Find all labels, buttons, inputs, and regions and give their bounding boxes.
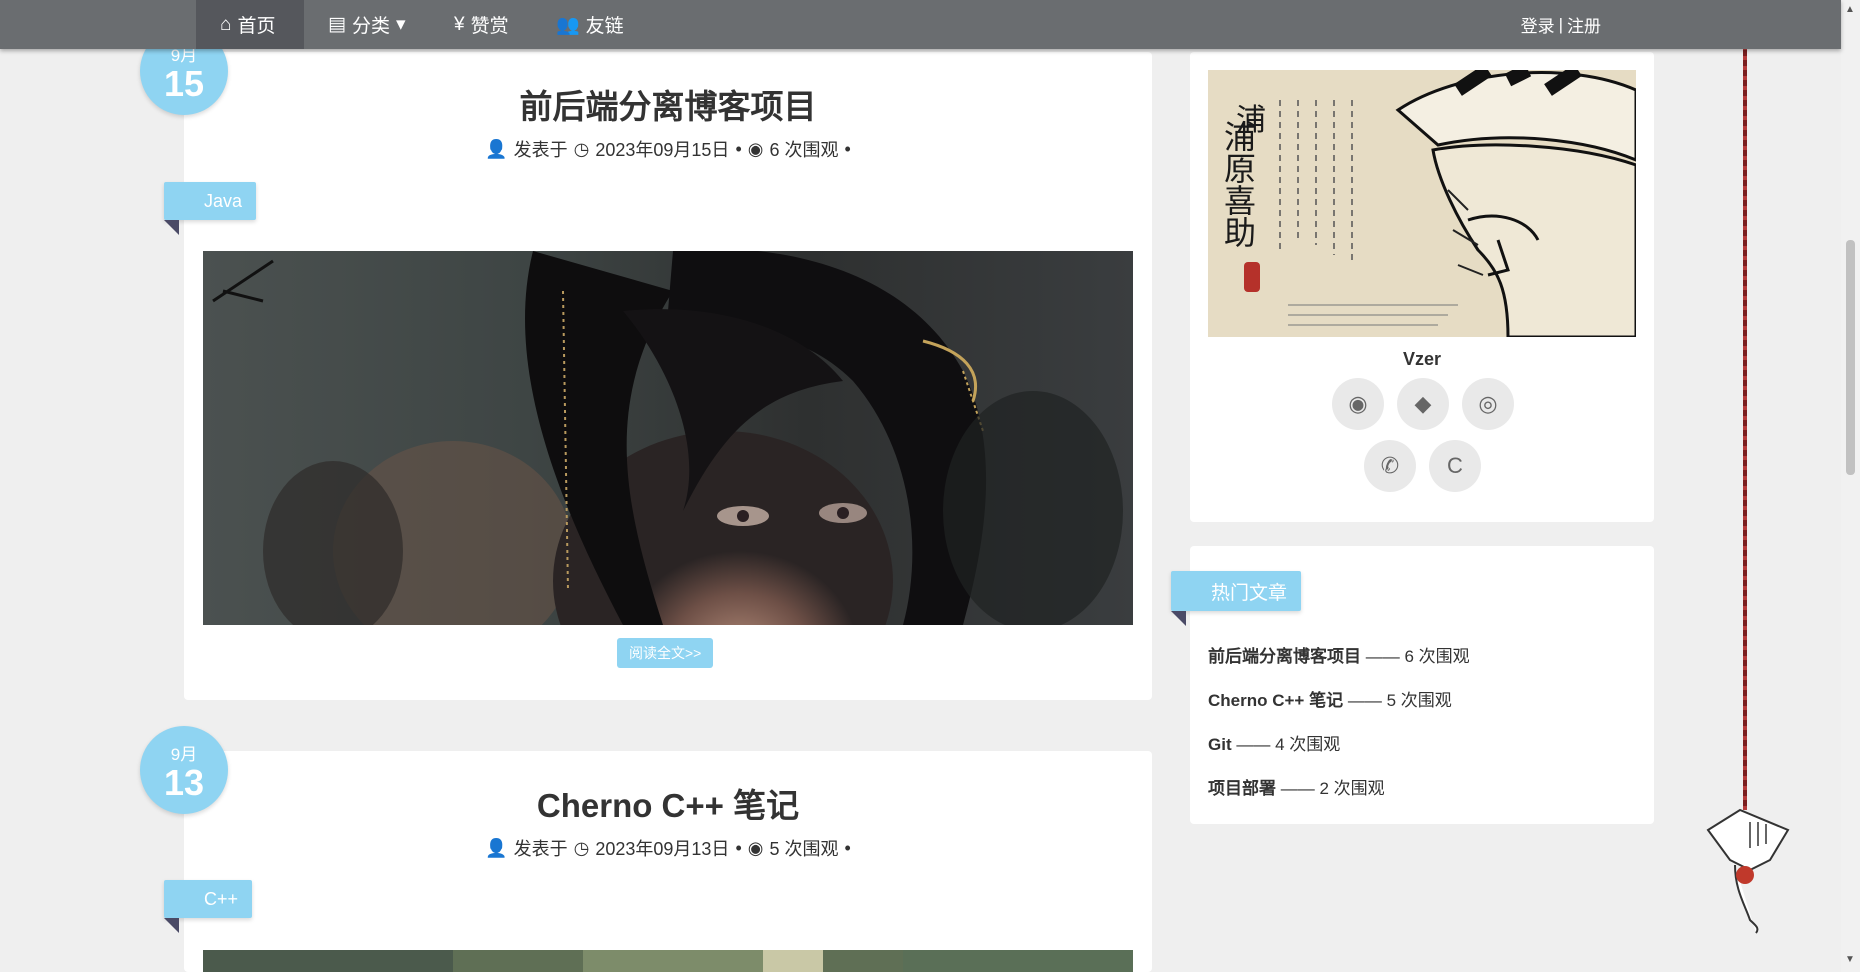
post-cover-image[interactable] [203, 950, 1133, 972]
post-card: 前后端分离博客项目 👤 发表于 ◷ 2023年09月15日 • ◉ 6 次围观 … [184, 52, 1152, 700]
nav-category[interactable]: ▤ 分类 ▾ [304, 0, 430, 49]
hot-post-item[interactable]: 前后端分离博客项目 —— 6 次围观 [1208, 642, 1470, 667]
nav-home-label: 首页 [237, 16, 276, 37]
scroll-up-icon[interactable]: ▲ [1845, 4, 1855, 15]
nav-donate-label: 赞赏 [470, 16, 509, 37]
hot-post-sep: —— [1365, 647, 1400, 666]
banner-vertical-text: 浦原喜助 [1219, 120, 1257, 248]
post-date: 2023年09月13日 [595, 839, 730, 859]
post-category-tag[interactable]: Java [164, 182, 256, 235]
post-date-badge: 9月 13 [140, 726, 228, 814]
clock-icon: ◷ [573, 837, 590, 858]
post-views: 5 次围观 [769, 839, 839, 859]
eye-icon: ◉ [747, 837, 764, 858]
login-link[interactable]: 登录 [1521, 12, 1555, 37]
nav-friends-label: 友链 [585, 16, 624, 37]
post-title[interactable]: Cherno C++ 笔记 [184, 779, 1152, 827]
clock-icon: ◷ [573, 138, 590, 159]
nav-category-label: 分类 [351, 16, 390, 37]
hot-post-views: 4 次围观 [1275, 735, 1341, 754]
cat-pendant-icon[interactable] [1700, 800, 1794, 935]
hot-post-sep: —— [1280, 779, 1315, 798]
post-author-prefix: 发表于 [513, 140, 568, 160]
post-views: 6 次围观 [769, 140, 839, 160]
profile-banner-image: 浦 浦原喜助 [1208, 70, 1636, 337]
meta-dot: • [844, 138, 851, 159]
hot-post-title: 项目部署 [1208, 779, 1276, 798]
profile-name: Vzer [1402, 349, 1442, 369]
scroll-down-icon[interactable]: ▼ [1845, 954, 1855, 965]
eye-icon: ◉ [747, 138, 764, 159]
hot-post-views: 5 次围观 [1386, 691, 1452, 710]
post-card: Cherno C++ 笔记 👤 发表于 ◷ 2023年09月13日 • ◉ 5 … [184, 751, 1152, 972]
post-meta: 👤 发表于 ◷ 2023年09月15日 • ◉ 6 次围观 • [184, 136, 1152, 162]
meta-dot: • [844, 837, 851, 858]
post-date: 2023年09月15日 [595, 140, 730, 160]
post-author-prefix: 发表于 [513, 839, 568, 859]
post-title[interactable]: 前后端分离博客项目 [184, 80, 1152, 128]
hot-post-item[interactable]: Git —— 4 次围观 [1208, 730, 1340, 755]
read-more-button[interactable]: 阅读全文>> [617, 638, 714, 668]
hot-post-item[interactable]: 项目部署 —— 2 次围观 [1208, 774, 1385, 799]
wechat-icon[interactable]: ✆ [1364, 440, 1416, 492]
nav-donate[interactable]: ¥ 赞赏 [430, 0, 533, 49]
hot-post-views: 6 次围观 [1404, 647, 1470, 666]
user-icon: 👤 [485, 837, 508, 858]
page-scrollbar[interactable]: ▲ ▼ [1841, 0, 1860, 972]
home-icon: ⌂ [220, 13, 232, 35]
nav-home[interactable]: ⌂ 首页 [196, 0, 304, 49]
hot-post-title: Cherno C++ 笔记 [1208, 691, 1344, 710]
hot-post-title: Git [1208, 735, 1232, 754]
yen-icon: ¥ [454, 13, 465, 35]
top-navbar: ⌂ 首页 ▤ 分类 ▾ ¥ 赞赏 👥 友链 登录 | 注册 [0, 0, 1841, 49]
hot-post-sep: —— [1347, 691, 1382, 710]
hot-post-item[interactable]: Cherno C++ 笔记 —— 5 次围观 [1208, 686, 1452, 711]
post-category-tag[interactable]: C++ [164, 880, 252, 933]
qq-icon[interactable]: ◆ [1397, 378, 1449, 430]
profile-card: 浦 浦原喜助 Vzer ◉ ◆ ◎ ✆ C [1190, 52, 1654, 522]
github-icon[interactable]: ◉ [1332, 378, 1384, 430]
post-cover-image[interactable] [203, 251, 1133, 625]
scroll-thumb[interactable] [1846, 240, 1855, 475]
post-day: 13 [163, 762, 205, 803]
hot-post-title: 前后端分离博客项目 [1208, 647, 1361, 666]
post-day: 15 [163, 63, 205, 104]
weibo-icon[interactable]: ◎ [1462, 378, 1514, 430]
register-link[interactable]: 注册 [1567, 12, 1601, 37]
csdn-icon[interactable]: C [1429, 440, 1481, 492]
chevron-down-icon: ▾ [395, 14, 406, 35]
hot-post-views: 2 次围观 [1319, 779, 1385, 798]
post-meta: 👤 发表于 ◷ 2023年09月13日 • ◉ 5 次围观 • [184, 835, 1152, 861]
auth-links: 登录 | 注册 [1521, 0, 1601, 49]
hot-post-sep: —— [1236, 735, 1271, 754]
category-icon: ▤ [328, 14, 346, 35]
nav-friends[interactable]: 👥 友链 [532, 0, 648, 49]
meta-dot: • [735, 837, 742, 858]
users-icon: 👥 [556, 14, 580, 36]
auth-separator: | [1558, 14, 1563, 34]
hanging-rope [1743, 0, 1747, 810]
user-icon: 👤 [485, 138, 508, 159]
hot-posts-heading: 热门文章 [1171, 571, 1302, 626]
meta-dot: • [735, 138, 742, 159]
